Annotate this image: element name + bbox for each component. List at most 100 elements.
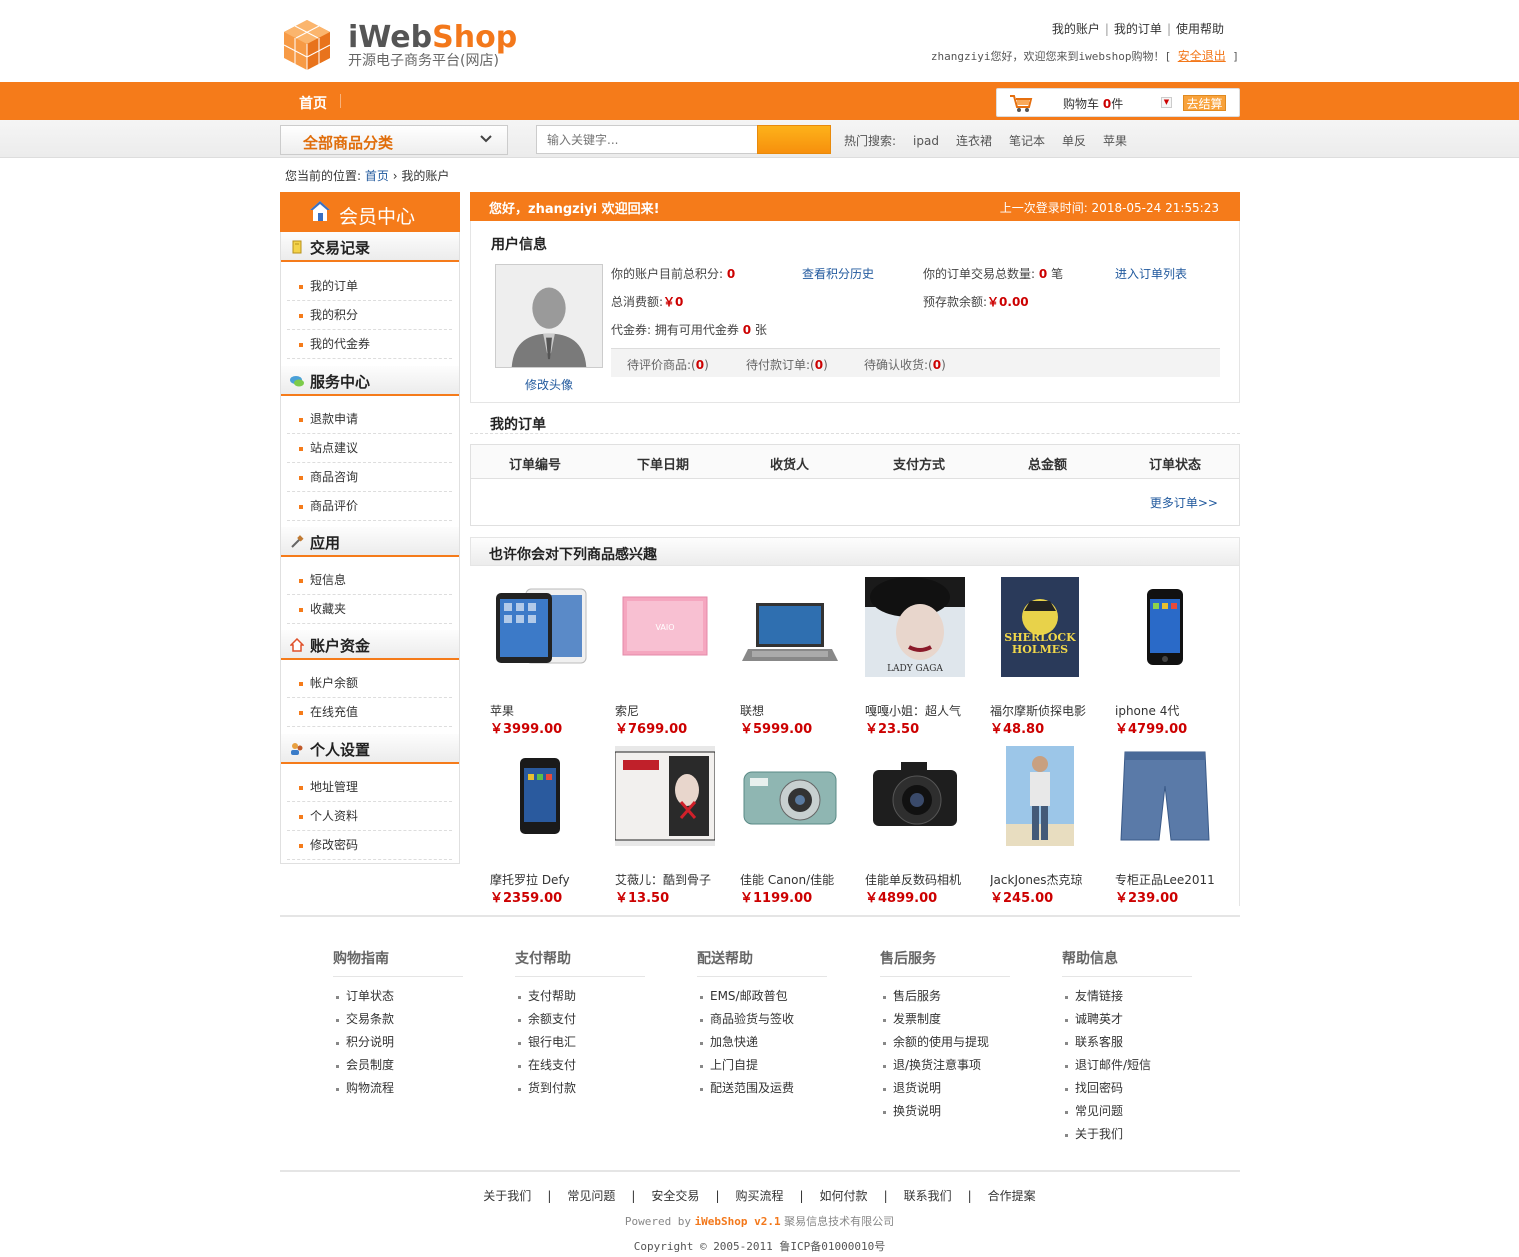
product-name[interactable]: 福尔摩斯侦探电影 xyxy=(990,702,1108,719)
cart-widget[interactable]: 购物车 0件 ▼ 去结算 xyxy=(996,88,1240,117)
product-name[interactable]: 艾薇儿：酷到骨子 xyxy=(615,871,733,888)
points-history-link[interactable]: 查看积分历史 xyxy=(802,265,874,282)
sidebar-item-messages[interactable]: 短信息 xyxy=(287,566,452,595)
top-link-my-orders[interactable]: 我的订单 xyxy=(1114,22,1162,36)
footer-link[interactable]: 加急快递 xyxy=(697,1031,827,1054)
search-button[interactable] xyxy=(757,125,831,154)
footer-link[interactable]: 诚聘英才 xyxy=(1062,1008,1192,1031)
product-name[interactable]: 联想 xyxy=(740,702,858,719)
top-link-my-account[interactable]: 我的账户 xyxy=(1052,22,1100,36)
footer-link[interactable]: 交易条款 xyxy=(333,1008,463,1031)
more-orders-link[interactable]: 更多订单>> xyxy=(1150,494,1218,511)
sidebar-item-favorites[interactable]: 收藏夹 xyxy=(287,595,452,624)
logout-link[interactable]: 安全退出 xyxy=(1178,49,1226,63)
nav-home-link[interactable]: 首页 xyxy=(299,93,327,113)
footer-link[interactable]: 配送范围及运费 xyxy=(697,1077,827,1100)
hot-keyword[interactable]: 苹果 xyxy=(1103,134,1127,148)
product-name[interactable]: 摩托罗拉 Defy xyxy=(490,871,608,888)
footer-bottom-link[interactable]: 合作提案 xyxy=(988,1189,1036,1203)
search-input[interactable] xyxy=(536,125,758,154)
footer-link[interactable]: 发票制度 xyxy=(880,1008,1010,1031)
product-name[interactable]: 苹果 xyxy=(490,702,608,719)
footer-link[interactable]: 换货说明 xyxy=(880,1100,1010,1123)
powered-brand-link[interactable]: iWebShop v2.1 xyxy=(695,1215,781,1228)
product-card[interactable]: iphone 4代 ￥4799.00 xyxy=(1115,577,1235,737)
product-card[interactable]: 佳能 Canon/佳能 ￥1199.00 xyxy=(740,746,860,906)
footer-link[interactable]: EMS/邮政普包 xyxy=(697,985,827,1008)
product-name[interactable]: 佳能单反数码相机 xyxy=(865,871,983,888)
footer-bottom-link[interactable]: 联系我们 xyxy=(904,1189,952,1203)
footer-link[interactable]: 货到付款 xyxy=(515,1077,645,1100)
product-name[interactable]: 索尼 xyxy=(615,702,733,719)
sidebar-item-my-vouchers[interactable]: 我的代金券 xyxy=(287,330,452,359)
footer-bottom-link[interactable]: 关于我们 xyxy=(483,1189,531,1203)
hot-keyword[interactable]: 连衣裙 xyxy=(956,134,992,148)
product-name[interactable]: iphone 4代 xyxy=(1115,702,1233,719)
site-logo[interactable]: iWebShop 开源电子商务平台(网店) xyxy=(280,18,540,74)
checkout-button[interactable]: 去结算 xyxy=(1183,95,1226,111)
footer-link[interactable]: 购物流程 xyxy=(333,1077,463,1100)
footer-link[interactable]: 友情链接 xyxy=(1062,985,1192,1008)
footer-link[interactable]: 在线支付 xyxy=(515,1054,645,1077)
footer-link[interactable]: 银行电汇 xyxy=(515,1031,645,1054)
footer-bottom-link[interactable]: 如何付款 xyxy=(820,1189,868,1203)
sidebar-item-suggestion[interactable]: 站点建议 xyxy=(287,434,452,463)
product-card[interactable]: 联想 ￥5999.00 xyxy=(740,577,860,737)
footer-bottom-link[interactable]: 安全交易 xyxy=(651,1189,699,1203)
product-card[interactable]: JackJones杰克琼 ￥245.00 xyxy=(990,746,1110,906)
footer-link[interactable]: 支付帮助 xyxy=(515,985,645,1008)
sidebar-item-my-points[interactable]: 我的积分 xyxy=(287,301,452,330)
footer-link[interactable]: 余额的使用与提现 xyxy=(880,1031,1010,1054)
hot-keyword[interactable]: 笔记本 xyxy=(1009,134,1045,148)
product-name[interactable]: JackJones杰克琼 xyxy=(990,871,1108,888)
footer-link[interactable]: 上门自提 xyxy=(697,1054,827,1077)
footer-link[interactable]: 退/换货注意事项 xyxy=(880,1054,1010,1077)
sidebar-item-review[interactable]: 商品评价 xyxy=(287,492,452,521)
product-card[interactable]: VAIO 索尼 ￥7699.00 xyxy=(615,577,735,737)
sidebar-item-password[interactable]: 修改密码 xyxy=(287,831,452,860)
hot-keyword[interactable]: 单反 xyxy=(1062,134,1086,148)
product-card[interactable]: SHERLOCK HOLMES 福尔摩斯侦探电影 ￥48.80 xyxy=(990,577,1110,737)
footer-link[interactable]: 联系客服 xyxy=(1062,1031,1192,1054)
sidebar-item-balance[interactable]: 帐户余额 xyxy=(287,669,452,698)
product-card[interactable]: 苹果 ￥3999.00 xyxy=(490,577,610,737)
footer-link[interactable]: 余额支付 xyxy=(515,1008,645,1031)
footer-link[interactable]: 找回密码 xyxy=(1062,1077,1192,1100)
footer-bottom-link[interactable]: 常见问题 xyxy=(567,1189,615,1203)
product-name[interactable]: 佳能 Canon/佳能 xyxy=(740,871,858,888)
category-dropdown[interactable]: 全部商品分类 xyxy=(280,125,508,155)
product-card[interactable]: 专柜正品Lee2011 ￥239.00 xyxy=(1115,746,1235,906)
product-name[interactable]: 嘎嘎小姐：超人气 xyxy=(865,702,983,719)
pending-review[interactable]: 待评价商品:(0) xyxy=(627,356,709,373)
sidebar-item-my-orders[interactable]: 我的订单 xyxy=(287,272,452,301)
sidebar-item-refund[interactable]: 退款申请 xyxy=(287,405,452,434)
product-card[interactable]: 艾薇儿：酷到骨子 ￥13.50 xyxy=(615,746,735,906)
sidebar-item-recharge[interactable]: 在线充值 xyxy=(287,698,452,727)
footer-link[interactable]: 售后服务 xyxy=(880,985,1010,1008)
sidebar-item-profile[interactable]: 个人资料 xyxy=(287,802,452,831)
sidebar-item-consult[interactable]: 商品咨询 xyxy=(287,463,452,492)
footer-link[interactable]: 关于我们 xyxy=(1062,1123,1192,1146)
orders-list-link[interactable]: 进入订单列表 xyxy=(1115,265,1187,282)
breadcrumb-home[interactable]: 首页 xyxy=(365,169,389,183)
footer-bottom-link[interactable]: 购买流程 xyxy=(735,1189,783,1203)
product-card[interactable]: 摩托罗拉 Defy ￥2359.00 xyxy=(490,746,610,906)
footer-link[interactable]: 退订邮件/短信 xyxy=(1062,1054,1192,1077)
top-link-help[interactable]: 使用帮助 xyxy=(1176,22,1224,36)
pending-payment[interactable]: 待付款订单:(0) xyxy=(746,356,828,373)
product-name[interactable]: 专柜正品Lee2011 xyxy=(1115,871,1233,888)
footer-link[interactable]: 订单状态 xyxy=(333,985,463,1008)
sidebar-item-address[interactable]: 地址管理 xyxy=(287,773,452,802)
chevron-down-icon[interactable]: ▼ xyxy=(1161,97,1172,108)
pending-receipt[interactable]: 待确认收货:(0) xyxy=(864,356,946,373)
footer-link[interactable]: 商品验货与签收 xyxy=(697,1008,827,1031)
footer-link[interactable]: 常见问题 xyxy=(1062,1100,1192,1123)
footer-link[interactable]: 会员制度 xyxy=(333,1054,463,1077)
edit-avatar-link[interactable]: 修改头像 xyxy=(525,376,573,393)
product-card[interactable]: LADY GAGA 嘎嘎小姐：超人气 ￥23.50 xyxy=(865,577,985,737)
hot-keyword[interactable]: ipad xyxy=(913,134,939,148)
avatar[interactable] xyxy=(495,264,603,368)
footer-link[interactable]: 退货说明 xyxy=(880,1077,1010,1100)
product-card[interactable]: 佳能单反数码相机 ￥4899.00 xyxy=(865,746,985,906)
footer-link[interactable]: 积分说明 xyxy=(333,1031,463,1054)
